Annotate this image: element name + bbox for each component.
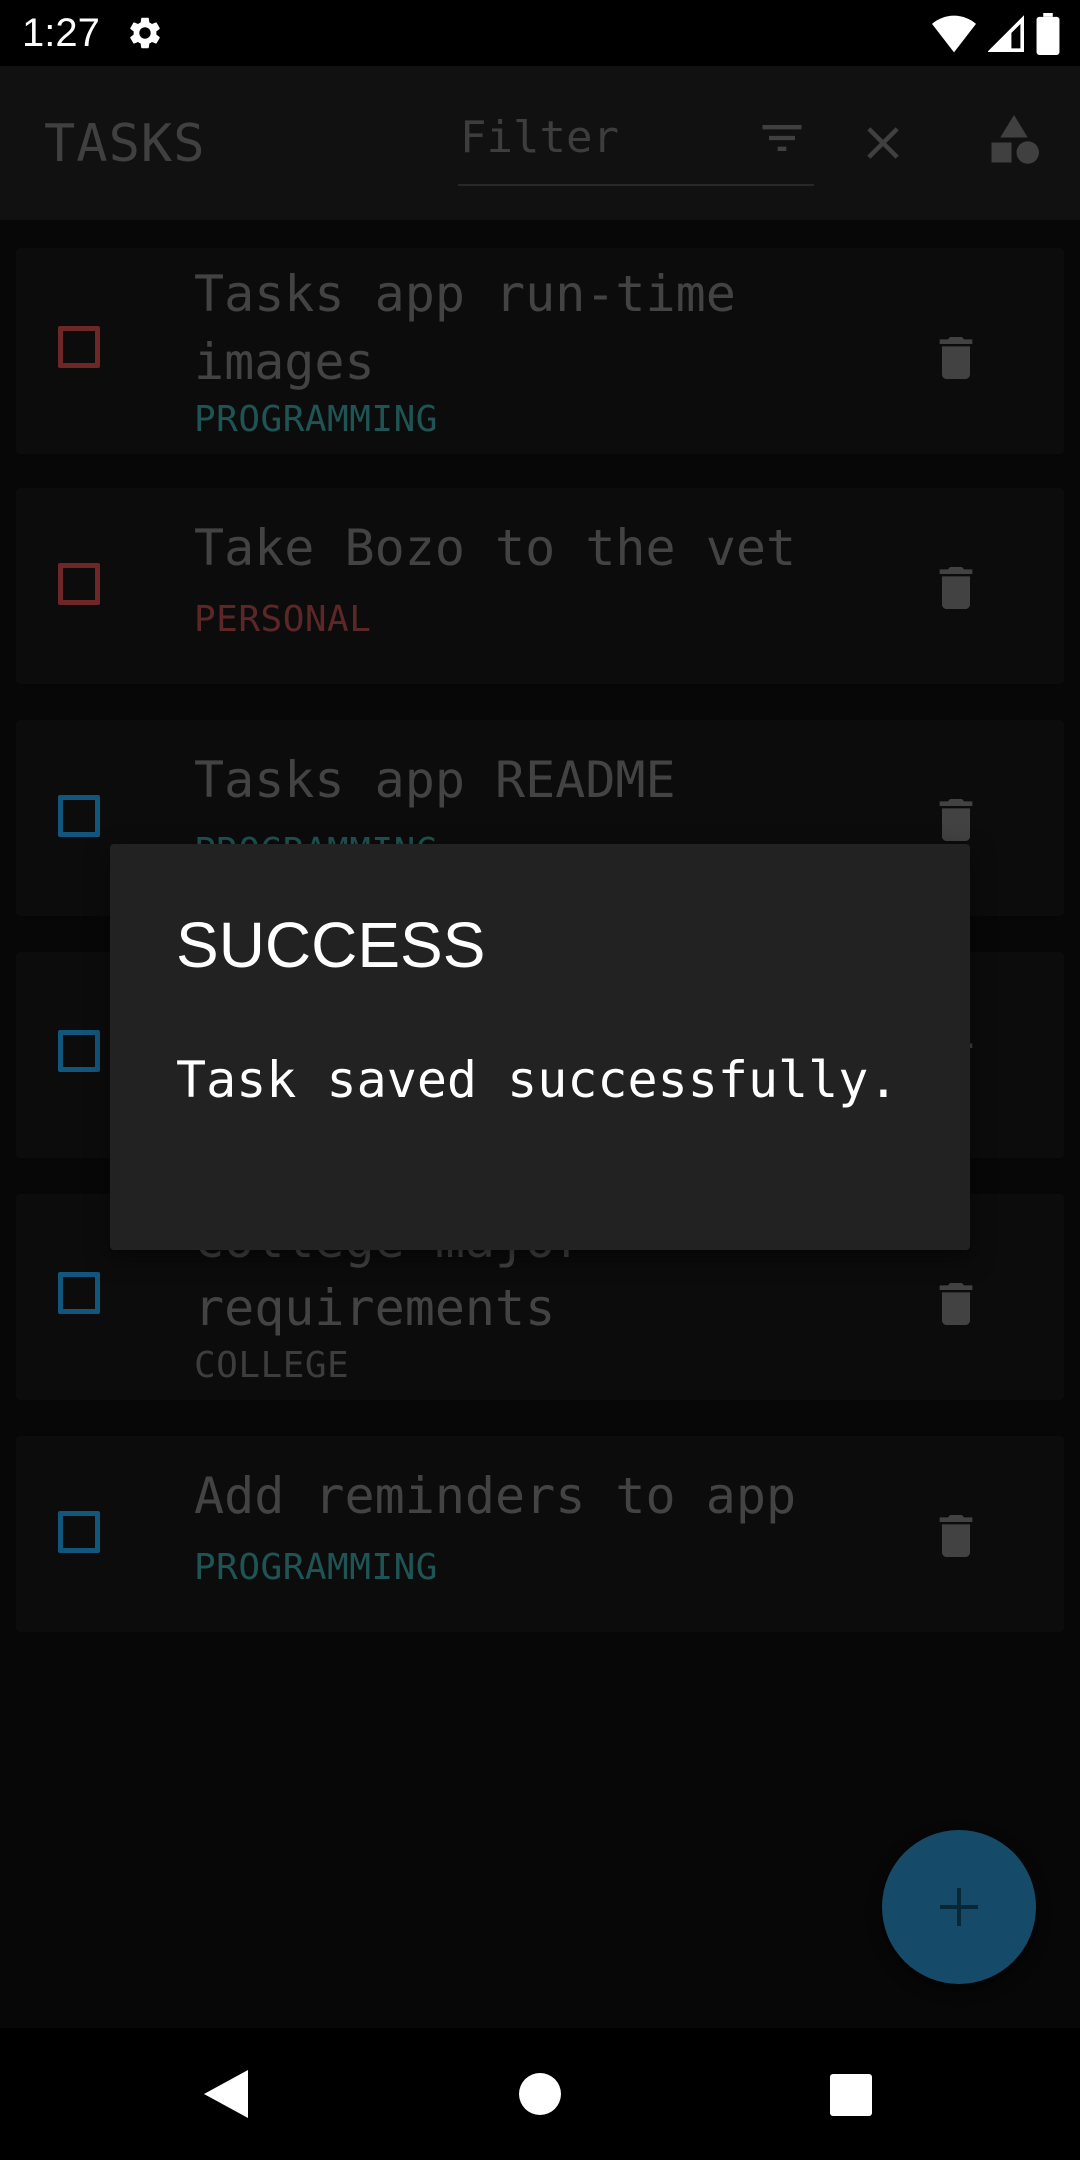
battery-icon	[1036, 13, 1060, 55]
back-icon[interactable]	[204, 2070, 248, 2118]
status-icons	[932, 12, 1060, 56]
success-dialog: SUCCESS Task saved successfully.	[110, 844, 970, 1250]
system-nav-bar	[0, 2028, 1080, 2160]
home-icon[interactable]	[518, 2072, 562, 2116]
status-time: 1:27	[22, 11, 100, 55]
dialog-title: SUCCESS	[176, 909, 486, 981]
settings-gear-icon	[130, 17, 160, 49]
signal-icon	[988, 15, 1024, 52]
dialog-message: Task saved successfully.	[176, 1051, 899, 1109]
wifi-icon	[932, 15, 976, 53]
status-bar: 1:27	[0, 0, 1080, 66]
recents-icon[interactable]	[830, 2074, 872, 2116]
